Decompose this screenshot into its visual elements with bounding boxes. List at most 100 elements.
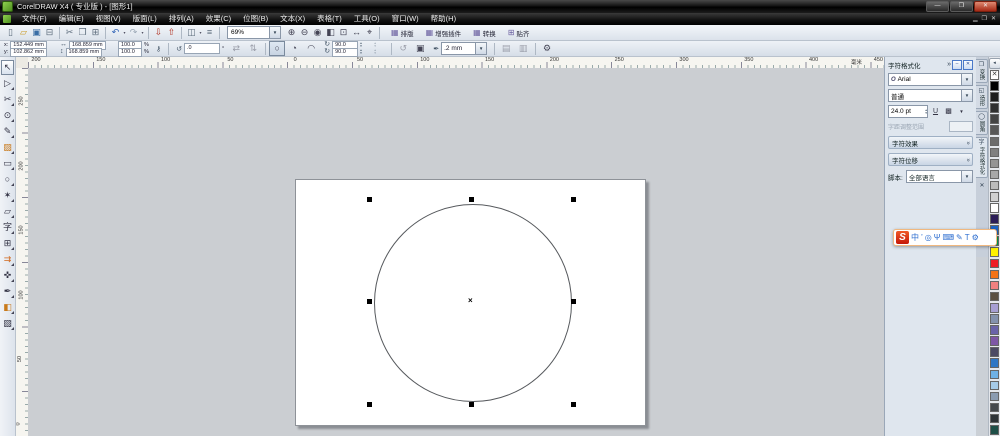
chinese-mode-icon[interactable]: 中: [911, 230, 919, 245]
docker-tab-transform[interactable]: ❒变换: [976, 59, 988, 83]
menu-layout[interactable]: 版面(L): [127, 13, 163, 25]
flip-vertical-button[interactable]: ⇅: [245, 41, 261, 56]
arc-end-angle-field[interactable]: 90.0: [332, 48, 358, 57]
menu-arrange[interactable]: 排列(A): [163, 13, 200, 25]
color-swatch[interactable]: [990, 425, 1000, 435]
docker-minimize-button[interactable]: –: [952, 60, 962, 70]
zoom-selected-icon[interactable]: ◧: [324, 26, 337, 39]
selection-handle-e[interactable]: [571, 299, 576, 304]
color-swatch[interactable]: [990, 203, 1000, 213]
color-swatch[interactable]: [990, 103, 1000, 113]
color-swatch[interactable]: [990, 381, 1000, 391]
punctuation-icon[interactable]: ’: [921, 230, 923, 245]
pie-mode-button[interactable]: ◔: [286, 41, 302, 56]
zoom-actual-icon[interactable]: ◉: [311, 26, 324, 39]
menu-tools[interactable]: 工具(O): [348, 13, 386, 25]
color-swatch[interactable]: [990, 314, 1000, 324]
undo-icon[interactable]: ↶: [109, 26, 122, 39]
ellipse-object[interactable]: [374, 204, 572, 402]
ellipse-mode-button[interactable]: ○: [269, 41, 285, 56]
character-shift-section[interactable]: 字符位移 »: [888, 153, 973, 166]
polygon-tool[interactable]: ✶: [1, 188, 14, 203]
menu-text[interactable]: 文本(X): [274, 13, 311, 25]
color-swatch[interactable]: [990, 370, 1000, 380]
selection-handle-n[interactable]: [469, 197, 474, 202]
color-swatch[interactable]: [990, 81, 1000, 91]
font-size-field[interactable]: 24.0 pt ▴▾: [888, 105, 928, 118]
docker-tab-fillet[interactable]: ◯圆角: [976, 111, 988, 135]
menu-bitmaps[interactable]: 位图(B): [237, 13, 274, 25]
restore-button[interactable]: ❒: [950, 1, 973, 12]
zoom-in-icon[interactable]: ⊕: [285, 26, 298, 39]
pick-tool[interactable]: ↖: [1, 60, 14, 75]
color-swatch[interactable]: [990, 303, 1000, 313]
save-icon[interactable]: ▣: [30, 26, 43, 39]
smart-fill-tool[interactable]: ▨: [1, 140, 14, 155]
snap-button[interactable]: ⊞贴齐: [504, 26, 534, 39]
docker-tab-shaping[interactable]: ◱造形: [976, 85, 988, 109]
zoom-width-icon[interactable]: ↔: [350, 26, 363, 39]
color-swatch[interactable]: [990, 137, 1000, 147]
color-swatch[interactable]: [990, 125, 1000, 135]
zoom-tool[interactable]: ⊙: [1, 108, 14, 123]
color-swatch[interactable]: [990, 259, 1000, 269]
color-swatch[interactable]: [990, 247, 1000, 257]
object-center-marker[interactable]: ×: [468, 297, 473, 305]
selection-handle-sw[interactable]: [367, 402, 372, 407]
crop-tool[interactable]: ✂: [1, 92, 14, 107]
selection-handle-w[interactable]: [367, 299, 372, 304]
table-tool[interactable]: ⊞: [1, 236, 14, 251]
character-highlight-icon[interactable]: ▩: [943, 106, 954, 117]
zoom-combo-arrow-icon[interactable]: ▼: [269, 27, 280, 38]
color-swatch[interactable]: [990, 92, 1000, 102]
enhanced-plugins-button[interactable]: ▦增强插件: [422, 26, 466, 39]
arc-direction-button[interactable]: ↺: [395, 41, 411, 56]
color-swatch[interactable]: [990, 414, 1000, 424]
y-position-field[interactable]: 102.862 mm: [10, 48, 47, 57]
arc-end-spinner[interactable]: ▴▾: [360, 49, 362, 55]
zoom-height-icon[interactable]: ⌖: [363, 26, 376, 39]
font-size-spinner[interactable]: ▴▾: [925, 109, 927, 115]
selection-handle-s[interactable]: [469, 402, 474, 407]
color-swatch[interactable]: [990, 114, 1000, 124]
sogou-logo-icon[interactable]: S: [896, 231, 909, 244]
zoom-level-combo[interactable]: 69% ▼: [227, 26, 281, 39]
docker-close-button[interactable]: ✕: [963, 60, 973, 70]
docker-tabs-close-icon[interactable]: ✕: [979, 182, 984, 189]
close-button[interactable]: ✕: [974, 1, 997, 12]
freehand-tool[interactable]: ✎: [1, 124, 14, 139]
underline-icon[interactable]: U: [930, 106, 941, 117]
color-swatch[interactable]: [990, 270, 1000, 280]
script-combo[interactable]: 全部语言 ▼: [906, 170, 973, 183]
color-swatch[interactable]: [990, 281, 1000, 291]
arc-mode-button[interactable]: ◠: [303, 41, 319, 56]
menu-window[interactable]: 窗口(W): [386, 13, 425, 25]
text-tool[interactable]: 字: [1, 220, 14, 235]
scale-y-field[interactable]: 100.0: [118, 48, 142, 57]
color-swatch[interactable]: [990, 403, 1000, 413]
menu-view[interactable]: 视图(V): [90, 13, 127, 25]
docker-chevron-button[interactable]: »: [947, 61, 951, 68]
selection-handle-nw[interactable]: [367, 197, 372, 202]
selection-handle-ne[interactable]: [571, 197, 576, 202]
color-swatch[interactable]: [990, 292, 1000, 302]
zoom-out-icon[interactable]: ⊖: [298, 26, 311, 39]
redo-icon-dropdown[interactable]: ▾: [140, 30, 145, 35]
blend-tool[interactable]: ⇉: [1, 252, 14, 267]
rotation-angle-field[interactable]: .0: [184, 43, 220, 54]
minimize-button[interactable]: —: [926, 1, 949, 12]
convert-button[interactable]: ▦转换: [469, 26, 500, 39]
color-swatch[interactable]: [990, 181, 1000, 191]
redo-icon[interactable]: ↷: [127, 26, 140, 39]
menu-table[interactable]: 表格(T): [311, 13, 348, 25]
emoji-icon[interactable]: ◎: [925, 230, 932, 245]
color-swatch-none[interactable]: ✕: [990, 70, 1000, 80]
document-minimize-button[interactable]: ▁: [973, 14, 978, 24]
ellipse-tool[interactable]: ○: [1, 172, 14, 187]
menu-edit[interactable]: 编辑(E): [53, 13, 90, 25]
color-swatch[interactable]: [990, 159, 1000, 169]
color-swatch[interactable]: [990, 214, 1000, 224]
shape-tool[interactable]: ▷: [1, 76, 14, 91]
color-swatch[interactable]: [990, 347, 1000, 357]
soft-keyboard-icon[interactable]: ⌨: [942, 230, 954, 245]
